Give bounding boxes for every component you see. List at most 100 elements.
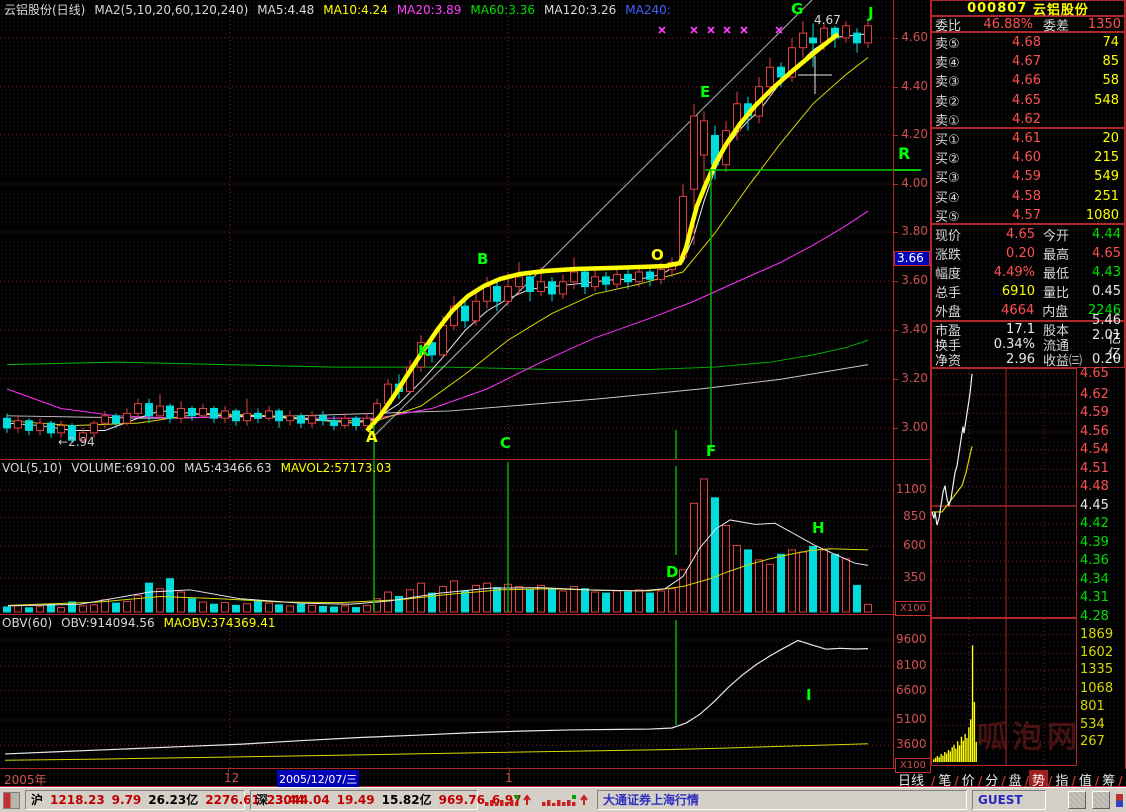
sz-trend-icon bbox=[540, 793, 592, 808]
settings-tool-button[interactable] bbox=[1092, 791, 1110, 809]
chart-indicator-header: 云铝股份(日线)MA2(5,10,20,60,120,240)MA5:4.48M… bbox=[4, 1, 889, 18]
obv-indicator-value: OBV:914094.56 bbox=[61, 616, 154, 630]
intraday-price-label: 4.51 bbox=[1080, 461, 1114, 476]
bottom-tab-strip: 日线 /笔/价/分/盘/势/指/值/筹/ bbox=[893, 769, 1126, 787]
user-panel: GUEST bbox=[972, 790, 1046, 810]
intraday-volume-label: 1335 bbox=[1080, 662, 1120, 677]
buy-queue-row: 买④4.58251 bbox=[932, 187, 1124, 206]
obv-axis-label: 5100 bbox=[896, 712, 926, 726]
intraday-volume-label: 534 bbox=[1080, 717, 1120, 732]
svg-text:A: A bbox=[366, 428, 378, 446]
index-value: 26.23亿 bbox=[148, 792, 198, 809]
weibi-row: 委比 46.88% 委差 1350 bbox=[931, 16, 1125, 32]
sell-queue-row: 卖③4.6658 bbox=[932, 71, 1124, 90]
queue-price: 4.58 bbox=[979, 189, 1041, 204]
svg-text:D: D bbox=[666, 563, 678, 581]
connection-status-icon bbox=[1116, 794, 1123, 807]
intraday-price-label: 4.31 bbox=[1080, 590, 1114, 605]
app-icon[interactable] bbox=[3, 792, 20, 809]
buy-queue-row: 买⑤4.571080 bbox=[932, 206, 1124, 225]
indicator-value: MA240: bbox=[625, 3, 671, 17]
queue-volume: 74 bbox=[1041, 35, 1121, 50]
price-axis-label: 3.20 bbox=[898, 371, 928, 385]
svg-text:H: H bbox=[812, 519, 825, 537]
volume-axis-label: 600 bbox=[896, 538, 926, 552]
vol-indicator-value: VOL(5,10) bbox=[2, 461, 62, 475]
weibi-value: 46.88% bbox=[971, 17, 1033, 32]
queue-price: 4.66 bbox=[979, 73, 1041, 88]
price-axis-label: 3.40 bbox=[898, 322, 928, 336]
price-axis-label: 4.40 bbox=[898, 79, 928, 93]
index-value: 沪 bbox=[31, 792, 43, 809]
main-candlestick-chart[interactable]: ABKOEGJCF4.67←2.94 bbox=[0, 0, 893, 459]
price-axis-label: 3.60 bbox=[898, 273, 928, 287]
volume-chart[interactable]: DH bbox=[0, 460, 893, 614]
queue-price: 4.59 bbox=[979, 169, 1041, 184]
month-tick bbox=[509, 769, 510, 772]
queue-price: 4.65 bbox=[979, 93, 1041, 108]
date-axis[interactable]: 2005年1212005/12/07/三 bbox=[0, 769, 893, 787]
queue-volume: 548 bbox=[1041, 93, 1121, 108]
obv-indicator-value: MAOBV:374369.41 bbox=[164, 616, 276, 630]
shenzhen-index-panel: 深3044.0419.4915.82亿969.766.97 bbox=[250, 790, 478, 810]
intraday-volume-label: 267 bbox=[1080, 734, 1120, 749]
buy-queue-row: 买②4.60215 bbox=[932, 148, 1124, 167]
tab-separator: / bbox=[1118, 774, 1122, 788]
selected-date-box: 2005/12/07/三 bbox=[277, 770, 359, 788]
svg-text:F: F bbox=[706, 442, 716, 459]
month-tick bbox=[228, 769, 229, 772]
month-tick-label[interactable]: 1 bbox=[505, 771, 513, 785]
queue-price: 4.57 bbox=[979, 208, 1041, 223]
sell-queue-row: 卖①4.62 bbox=[932, 110, 1124, 129]
intraday-mini-chart[interactable] bbox=[931, 368, 1077, 618]
sh-trend-icon bbox=[483, 793, 535, 808]
queue-volume: 215 bbox=[1041, 150, 1121, 165]
volume-indicator-header: VOL(5,10)VOLUME:6910.00MA5:43466.63MAVOL… bbox=[2, 461, 401, 475]
queue-price: 4.67 bbox=[979, 54, 1041, 69]
svg-text:←2.94: ←2.94 bbox=[58, 435, 95, 449]
info-row: 净资2.96收益㈢0.20 bbox=[932, 352, 1124, 367]
sell-queue: 卖⑤4.6874卖④4.6785卖③4.6658卖②4.65548卖①4.62 bbox=[931, 32, 1125, 128]
intraday-price-label: 4.65 bbox=[1080, 366, 1114, 381]
queue-volume: 85 bbox=[1041, 54, 1121, 69]
queue-price: 4.68 bbox=[979, 35, 1041, 50]
obv-axis-label: 9600 bbox=[896, 632, 926, 646]
sell-queue-row: 卖⑤4.6874 bbox=[932, 33, 1124, 52]
user-name: GUEST bbox=[978, 792, 1023, 809]
index-value: 969.76 bbox=[439, 792, 485, 809]
queue-volume: 20 bbox=[1041, 131, 1121, 146]
vol-indicator-value: MA5:43466.63 bbox=[184, 461, 272, 475]
month-tick-label[interactable]: 12 bbox=[224, 771, 239, 785]
price-axis-strip: 4.604.404.204.003.803.603.403.203.00R3.6… bbox=[893, 0, 930, 769]
queue-price: 4.60 bbox=[979, 150, 1041, 165]
index-value: 9.79 bbox=[112, 792, 142, 809]
obv-axis-label: 8100 bbox=[896, 658, 926, 672]
vol-indicator-value: VOLUME:6910.00 bbox=[71, 461, 175, 475]
broker-feed-text: 大通证券上海行情 bbox=[603, 792, 699, 809]
buy-queue-row: 买③4.59549 bbox=[932, 167, 1124, 186]
intraday-price-label: 4.28 bbox=[1080, 609, 1114, 624]
obv-indicator-value: OBV(60) bbox=[2, 616, 52, 630]
price-axis-label: 4.20 bbox=[898, 127, 928, 141]
queue-label: 卖⑤ bbox=[935, 33, 979, 52]
crosshair-price-marker: 3.66 bbox=[894, 251, 930, 266]
obv-chart[interactable]: I bbox=[0, 615, 893, 768]
volume-axis-label: 1100 bbox=[896, 482, 926, 496]
intraday-volume-label: 1602 bbox=[1080, 645, 1120, 660]
index-value: 3044.04 bbox=[275, 792, 330, 809]
index-value: 19.49 bbox=[337, 792, 375, 809]
status-bar: 沪1218.239.7926.23亿2276.6123.44 深3044.041… bbox=[0, 787, 1126, 812]
zoom-tool-button[interactable] bbox=[1068, 791, 1086, 809]
sell-queue-row: 卖④4.6785 bbox=[932, 52, 1124, 71]
price-axis-label: 3.80 bbox=[898, 224, 928, 238]
indicator-value: MA2(5,10,20,60,120,240) bbox=[94, 3, 248, 17]
weicha-label: 委差 bbox=[1033, 15, 1085, 34]
quote-panel: 000807 云铝股份 委比 46.88% 委差 1350 卖⑤4.6874卖④… bbox=[930, 0, 1126, 769]
fundamental-info-block: 市盈17.1股本5.46亿换手0.34%流通2.01亿净资2.96收益㈢0.20 bbox=[931, 321, 1125, 368]
queue-label: 买① bbox=[935, 129, 979, 148]
indicator-value: 云铝股份(日线) bbox=[4, 3, 85, 17]
stock-trading-app-window: ABKOEGJCF4.67←2.94 云铝股份(日线) MA2(5,10,20,6… bbox=[0, 0, 1126, 812]
buy-queue-row: 买①4.6120 bbox=[932, 129, 1124, 148]
queue-label: 卖② bbox=[935, 91, 979, 110]
info-row: 总手6910量比0.45 bbox=[932, 282, 1124, 301]
